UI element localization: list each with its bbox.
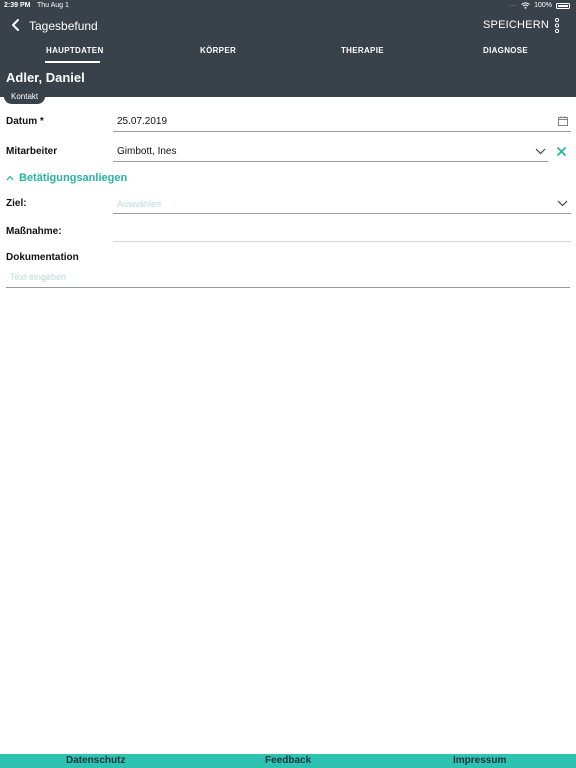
tab-hauptdaten[interactable]: HAUPTDATEN xyxy=(46,46,104,55)
status-time: 2:39 PM xyxy=(4,2,31,9)
ziel-select[interactable]: Auswählen xyxy=(117,199,161,209)
chevron-down-icon[interactable] xyxy=(535,148,546,155)
battery-percent: 100% xyxy=(534,2,552,9)
wifi-icon xyxy=(521,2,530,9)
tab-koerper[interactable]: KÖRPER xyxy=(200,46,236,55)
footer-link-impressum[interactable]: Impressum xyxy=(453,755,506,766)
chevron-up-icon xyxy=(6,175,14,181)
footer-link-feedback[interactable]: Feedback xyxy=(265,755,311,766)
section-toggle-betaetigungsanliegen[interactable]: Betätigungsanliegen xyxy=(6,172,127,184)
more-vertical-icon[interactable] xyxy=(551,17,563,34)
calendar-icon[interactable] xyxy=(558,116,568,126)
massnahme-label: Maßnahme: xyxy=(6,226,62,237)
tab-therapie[interactable]: THERAPIE xyxy=(341,46,384,55)
status-indicators: ···· 100% xyxy=(509,2,570,9)
chevron-down-icon[interactable] xyxy=(557,200,568,207)
datum-underline xyxy=(113,131,571,132)
page-title: Tagesbefund xyxy=(29,19,98,33)
active-tab-indicator xyxy=(45,61,100,63)
close-icon[interactable] xyxy=(556,146,567,157)
ziel-label: Ziel: xyxy=(6,198,27,209)
footer-link-datenschutz[interactable]: Datenschutz xyxy=(66,755,125,766)
chevron-left-icon[interactable] xyxy=(8,17,24,33)
tab-diagnose[interactable]: DIAGNOSE xyxy=(483,46,528,55)
massnahme-underline xyxy=(113,241,571,242)
mitarbeiter-label: Mitarbeiter xyxy=(6,146,58,157)
status-date: Thu Aug 1 xyxy=(37,2,69,9)
app-header: 2:39 PM Thu Aug 1 ···· 100% Tagesbefund … xyxy=(0,0,576,97)
signal-dots: ···· xyxy=(509,2,518,9)
ziel-underline xyxy=(113,213,571,214)
save-button[interactable]: SPEICHERN xyxy=(483,19,549,31)
section-title: Betätigungsanliegen xyxy=(19,172,128,184)
dokumentation-underline xyxy=(6,287,570,288)
mitarbeiter-field[interactable]: Gimbott, Ines xyxy=(117,146,176,157)
mitarbeiter-underline xyxy=(113,161,548,162)
status-bar: 2:39 PM Thu Aug 1 ···· 100% xyxy=(0,0,576,12)
footer-bar: Datenschutz Feedback Impressum xyxy=(0,754,576,768)
datum-field[interactable]: 25.07.2019 xyxy=(117,116,167,127)
patient-name: Adler, Daniel xyxy=(6,70,85,85)
dokumentation-textarea[interactable]: Text eingeben xyxy=(10,272,66,282)
dokumentation-label: Dokumentation xyxy=(6,252,79,263)
battery-icon xyxy=(556,2,570,9)
datum-label: Datum * xyxy=(6,116,44,127)
contact-chip[interactable]: Kontakt xyxy=(4,89,46,104)
